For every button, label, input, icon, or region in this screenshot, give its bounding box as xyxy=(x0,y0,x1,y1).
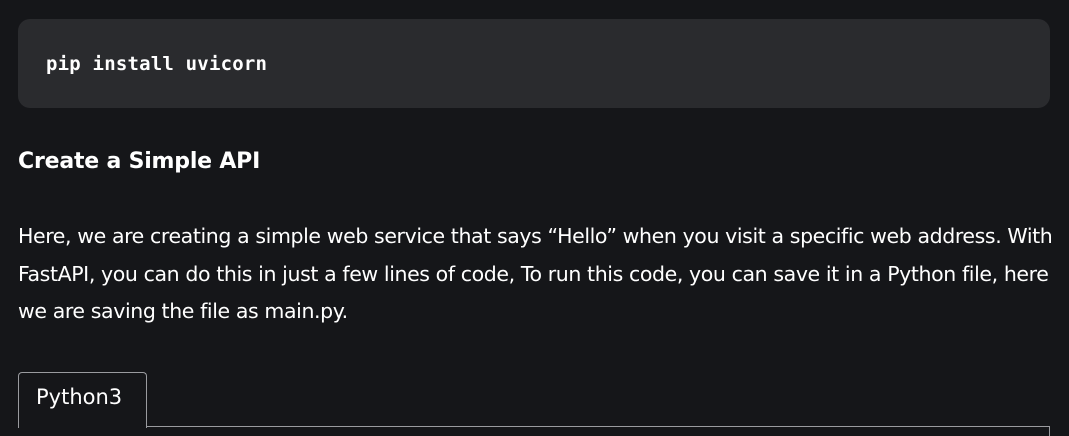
code-panel-edge xyxy=(1049,426,1050,436)
section-paragraph: Here, we are creating a simple web servi… xyxy=(18,224,1053,323)
tab-python3-label: Python3 xyxy=(36,385,123,409)
section-heading: Create a Simple API xyxy=(18,149,261,174)
code-command-text: pip install uvicorn xyxy=(46,52,268,75)
code-block: pip install uvicorn xyxy=(18,19,1050,108)
code-tabs-divider xyxy=(18,426,1050,427)
tab-python3[interactable]: Python3 xyxy=(18,372,147,428)
